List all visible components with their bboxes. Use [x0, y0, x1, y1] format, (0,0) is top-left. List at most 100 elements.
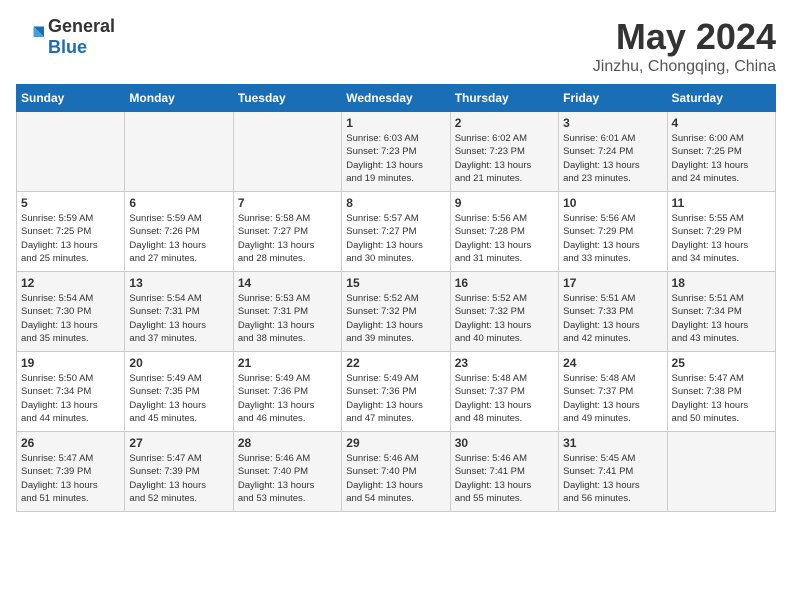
main-title: May 2024	[593, 16, 776, 58]
day-number: 4	[672, 116, 771, 130]
day-info: Sunrise: 5:52 AM Sunset: 7:32 PM Dayligh…	[346, 292, 445, 345]
calendar-cell: 24Sunrise: 5:48 AM Sunset: 7:37 PM Dayli…	[559, 352, 667, 432]
day-number: 6	[129, 196, 228, 210]
calendar-cell: 16 Sunrise: 5:52 AM Sunset: 7:32 PM Dayli…	[450, 272, 558, 352]
day-number: 15	[346, 276, 445, 290]
logo-icon	[16, 23, 44, 51]
day-number: 12	[21, 276, 120, 290]
calendar-cell: 13 Sunrise: 5:54 AM Sunset: 7:31 PM Dayli…	[125, 272, 233, 352]
day-number: 8	[346, 196, 445, 210]
day-number: 23	[455, 356, 554, 370]
day-info: Sunrise: 5:46 AM Sunset: 7:41 PM Dayligh…	[455, 452, 554, 505]
day-info: Sunrise: 6:00 AM Sunset: 7:25 PM Dayligh…	[672, 132, 771, 185]
calendar-cell	[125, 112, 233, 192]
calendar-cell	[667, 432, 775, 512]
calendar-cell: 11 Sunrise: 5:55 AM Sunset: 7:29 PM Dayli…	[667, 192, 775, 272]
day-info: Sunrise: 6:02 AM Sunset: 7:23 PM Dayligh…	[455, 132, 554, 185]
calendar-cell: 31 Sunrise: 5:45 AM Sunset: 7:41 PM Dayli…	[559, 432, 667, 512]
calendar-table: SundayMondayTuesdayWednesdayThursdayFrid…	[16, 84, 776, 512]
calendar-cell: 26 Sunrise: 5:47 AM Sunset: 7:39 PM Dayli…	[17, 432, 125, 512]
day-number: 18	[672, 276, 771, 290]
day-info: Sunrise: 5:49 AM Sunset: 7:35 PM Dayligh…	[129, 372, 228, 425]
day-info: Sunrise: 5:59 AM Sunset: 7:25 PM Dayligh…	[21, 212, 120, 265]
day-info: Sunrise: 5:47 AM Sunset: 7:39 PM Dayligh…	[129, 452, 228, 505]
day-info: Sunrise: 6:03 AM Sunset: 7:23 PM Dayligh…	[346, 132, 445, 185]
day-info: Sunrise: 5:49 AM Sunset: 7:36 PM Dayligh…	[346, 372, 445, 425]
day-number: 3	[563, 116, 662, 130]
day-info: Sunrise: 5:47 AM Sunset: 7:39 PM Dayligh…	[21, 452, 120, 505]
day-info: Sunrise: 5:56 AM Sunset: 7:29 PM Dayligh…	[563, 212, 662, 265]
day-info: Sunrise: 5:56 AM Sunset: 7:28 PM Dayligh…	[455, 212, 554, 265]
day-number: 1	[346, 116, 445, 130]
calendar-cell: 1 Sunrise: 6:03 AM Sunset: 7:23 PM Daylig…	[342, 112, 450, 192]
column-header-friday: Friday	[559, 85, 667, 112]
logo-text: General Blue	[48, 16, 115, 58]
calendar-cell: 3 Sunrise: 6:01 AM Sunset: 7:24 PM Daylig…	[559, 112, 667, 192]
day-info: Sunrise: 5:48 AM Sunset: 7:37 PM Dayligh…	[563, 372, 662, 425]
calendar-cell: 22 Sunrise: 5:49 AM Sunset: 7:36 PM Dayli…	[342, 352, 450, 432]
day-info: Sunrise: 5:46 AM Sunset: 7:40 PM Dayligh…	[346, 452, 445, 505]
day-number: 7	[238, 196, 337, 210]
subtitle: Jinzhu, Chongqing, China	[593, 58, 776, 76]
day-info: Sunrise: 5:55 AM Sunset: 7:29 PM Dayligh…	[672, 212, 771, 265]
column-header-monday: Monday	[125, 85, 233, 112]
calendar-cell: 17Sunrise: 5:51 AM Sunset: 7:33 PM Dayli…	[559, 272, 667, 352]
day-info: Sunrise: 5:54 AM Sunset: 7:30 PM Dayligh…	[21, 292, 120, 345]
day-number: 14	[238, 276, 337, 290]
day-number: 27	[129, 436, 228, 450]
day-info: Sunrise: 5:47 AM Sunset: 7:38 PM Dayligh…	[672, 372, 771, 425]
page-header: General Blue May 2024 Jinzhu, Chongqing,…	[16, 16, 776, 76]
day-number: 9	[455, 196, 554, 210]
day-info: Sunrise: 5:51 AM Sunset: 7:34 PM Dayligh…	[672, 292, 771, 345]
calendar-cell: 27 Sunrise: 5:47 AM Sunset: 7:39 PM Dayli…	[125, 432, 233, 512]
logo: General Blue	[16, 16, 115, 58]
day-number: 25	[672, 356, 771, 370]
calendar-cell: 18 Sunrise: 5:51 AM Sunset: 7:34 PM Dayli…	[667, 272, 775, 352]
day-number: 11	[672, 196, 771, 210]
calendar-cell: 25 Sunrise: 5:47 AM Sunset: 7:38 PM Dayli…	[667, 352, 775, 432]
calendar-cell: 29Sunrise: 5:46 AM Sunset: 7:40 PM Dayli…	[342, 432, 450, 512]
calendar-cell: 2Sunrise: 6:02 AM Sunset: 7:23 PM Daylig…	[450, 112, 558, 192]
calendar-cell: 8 Sunrise: 5:57 AM Sunset: 7:27 PM Daylig…	[342, 192, 450, 272]
day-info: Sunrise: 5:48 AM Sunset: 7:37 PM Dayligh…	[455, 372, 554, 425]
calendar-week-row: 12 Sunrise: 5:54 AM Sunset: 7:30 PM Dayli…	[17, 272, 776, 352]
day-info: Sunrise: 5:52 AM Sunset: 7:32 PM Dayligh…	[455, 292, 554, 345]
calendar-cell: 5 Sunrise: 5:59 AM Sunset: 7:25 PM Daylig…	[17, 192, 125, 272]
day-number: 31	[563, 436, 662, 450]
calendar-cell: 15 Sunrise: 5:52 AM Sunset: 7:32 PM Dayli…	[342, 272, 450, 352]
calendar-cell: 6Sunrise: 5:59 AM Sunset: 7:26 PM Daylig…	[125, 192, 233, 272]
day-info: Sunrise: 5:45 AM Sunset: 7:41 PM Dayligh…	[563, 452, 662, 505]
calendar-cell: 20 Sunrise: 5:49 AM Sunset: 7:35 PM Dayli…	[125, 352, 233, 432]
day-info: Sunrise: 6:01 AM Sunset: 7:24 PM Dayligh…	[563, 132, 662, 185]
calendar-cell: 12 Sunrise: 5:54 AM Sunset: 7:30 PM Dayli…	[17, 272, 125, 352]
calendar-cell: 21Sunrise: 5:49 AM Sunset: 7:36 PM Dayli…	[233, 352, 341, 432]
day-info: Sunrise: 5:46 AM Sunset: 7:40 PM Dayligh…	[238, 452, 337, 505]
column-header-saturday: Saturday	[667, 85, 775, 112]
logo-general: General	[48, 16, 115, 36]
day-number: 22	[346, 356, 445, 370]
calendar-week-row: 5 Sunrise: 5:59 AM Sunset: 7:25 PM Daylig…	[17, 192, 776, 272]
calendar-cell: 9 Sunrise: 5:56 AM Sunset: 7:28 PM Daylig…	[450, 192, 558, 272]
day-number: 26	[21, 436, 120, 450]
day-number: 20	[129, 356, 228, 370]
calendar-cell: 23 Sunrise: 5:48 AM Sunset: 7:37 PM Dayli…	[450, 352, 558, 432]
day-info: Sunrise: 5:49 AM Sunset: 7:36 PM Dayligh…	[238, 372, 337, 425]
day-number: 13	[129, 276, 228, 290]
day-number: 19	[21, 356, 120, 370]
logo-blue: Blue	[48, 37, 87, 57]
day-info: Sunrise: 5:57 AM Sunset: 7:27 PM Dayligh…	[346, 212, 445, 265]
day-info: Sunrise: 5:53 AM Sunset: 7:31 PM Dayligh…	[238, 292, 337, 345]
day-info: Sunrise: 5:58 AM Sunset: 7:27 PM Dayligh…	[238, 212, 337, 265]
day-info: Sunrise: 5:54 AM Sunset: 7:31 PM Dayligh…	[129, 292, 228, 345]
day-number: 16	[455, 276, 554, 290]
column-header-thursday: Thursday	[450, 85, 558, 112]
day-number: 5	[21, 196, 120, 210]
calendar-week-row: 26 Sunrise: 5:47 AM Sunset: 7:39 PM Dayli…	[17, 432, 776, 512]
calendar-cell: 30 Sunrise: 5:46 AM Sunset: 7:41 PM Dayli…	[450, 432, 558, 512]
calendar-cell: 4 Sunrise: 6:00 AM Sunset: 7:25 PM Daylig…	[667, 112, 775, 192]
day-number: 30	[455, 436, 554, 450]
calendar-cell: 7 Sunrise: 5:58 AM Sunset: 7:27 PM Daylig…	[233, 192, 341, 272]
title-area: May 2024 Jinzhu, Chongqing, China	[593, 16, 776, 76]
day-number: 28	[238, 436, 337, 450]
calendar-week-row: 19Sunrise: 5:50 AM Sunset: 7:34 PM Dayli…	[17, 352, 776, 432]
